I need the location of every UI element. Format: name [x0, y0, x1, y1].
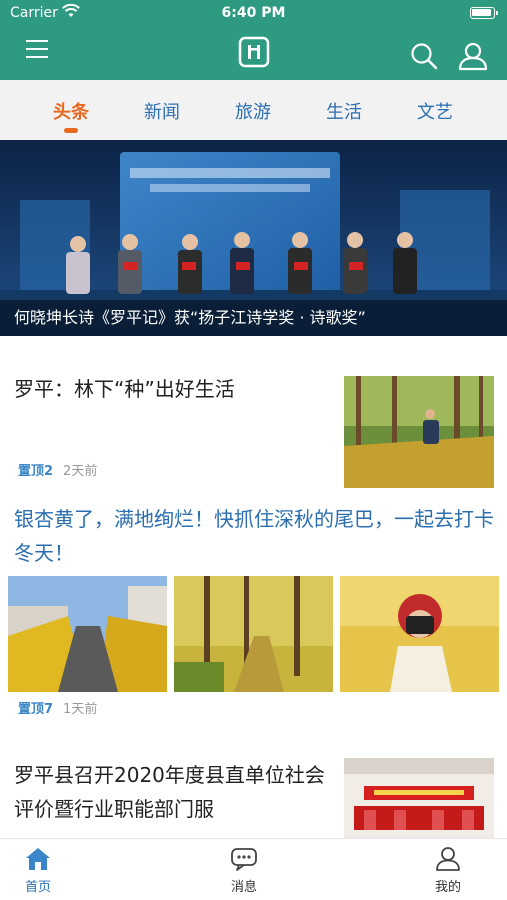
tab-travel[interactable]: 旅游: [218, 98, 288, 124]
news-time: 1天前: [63, 702, 98, 717]
nav-messages-label: 消息: [230, 880, 257, 895]
battery-level: [472, 9, 491, 16]
news-thumbnail: [344, 758, 494, 838]
pin-badge: 置顶7: [18, 702, 54, 717]
status-time: 6:40 PM: [221, 5, 286, 21]
news-meta: 置顶7 1天前: [18, 698, 97, 717]
news-time: 2天前: [63, 464, 98, 479]
nav-profile-label: 我的: [434, 880, 461, 895]
app-header: Carrier 6:40 PM: [0, 0, 507, 80]
news-thumbnail: [344, 376, 494, 488]
news-title: 罗平：林下“种”出好生活: [14, 377, 235, 401]
battery-icon: [470, 7, 498, 19]
profile-icon: [436, 847, 460, 871]
nav-profile[interactable]: 我的: [413, 845, 483, 895]
pin-badge: 置顶2: [18, 464, 54, 479]
nav-home[interactable]: 首页: [3, 845, 73, 895]
news-thumbnail: [340, 576, 499, 692]
news-thumbnail: [174, 576, 333, 692]
news-item[interactable]: 银杏黄了，满地绚烂！快抓住深秋的尾巴，一起去打卡冬天！ 置顶7 1天前: [0, 500, 507, 728]
home-icon: [26, 848, 50, 870]
news-thumbnail: [8, 576, 167, 692]
message-icon: [231, 848, 257, 871]
active-tab-indicator: [64, 128, 78, 133]
nav-home-label: 首页: [24, 880, 51, 895]
news-meta: 置顶2 2天前: [18, 460, 97, 479]
news-title: 银杏黄了，满地绚烂！快抓住深秋的尾巴，一起去打卡冬天！: [14, 507, 494, 565]
hero-caption: 何晓坤长诗《罗平记》获“扬子江诗学奖 · 诗歌奖”: [0, 300, 507, 336]
news-item[interactable]: 罗平：林下“种”出好生活 置顶2 2天前: [0, 336, 507, 500]
search-icon[interactable]: [410, 42, 438, 70]
hero-banner[interactable]: 何晓坤长诗《罗平记》获“扬子江诗学奖 · 诗歌奖”: [0, 140, 507, 336]
news-item[interactable]: 罗平县召开2020年度县直单位社会评价暨行业职能部门服: [0, 728, 507, 838]
tab-headlines[interactable]: 头条: [36, 98, 106, 124]
tab-arts[interactable]: 文艺: [400, 98, 470, 124]
app-logo-icon[interactable]: [238, 36, 270, 68]
user-icon[interactable]: [457, 41, 489, 71]
nav-messages[interactable]: 消息: [209, 845, 279, 895]
tab-life[interactable]: 生活: [309, 98, 379, 124]
news-title: 罗平县召开2020年度县直单位社会评价暨行业职能部门服: [14, 763, 325, 821]
status-bar: Carrier 6:40 PM: [0, 0, 507, 28]
tab-news[interactable]: 新闻: [127, 98, 197, 124]
bottom-nav: 首页 消息 我的: [0, 838, 507, 900]
menu-icon[interactable]: [26, 39, 50, 59]
